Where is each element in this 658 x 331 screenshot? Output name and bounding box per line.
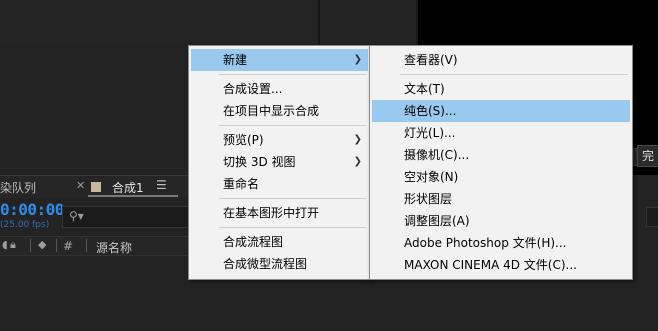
lock-icon[interactable]: 🔒︎ <box>10 238 16 252</box>
fps-label: (25.00 fps) <box>0 220 50 230</box>
context-menu: 新建 ❯ 合成设置... 在项目中显示合成 预览(P) ❯ 切换 3D 视图 ❯… <box>188 45 371 280</box>
comp-color-swatch <box>91 182 101 192</box>
menu-item-switch-3d-view[interactable]: 切换 3D 视图 ❯ <box>191 151 368 173</box>
menu-item-text[interactable]: 文本(T) <box>372 78 630 100</box>
menu-item-preview[interactable]: 预览(P) ❯ <box>191 129 368 151</box>
layer-search-input[interactable]: ⚲▾ <box>62 206 192 228</box>
current-time-display[interactable]: 0:00:00 <box>0 200 64 219</box>
column-divider <box>86 239 87 252</box>
menu-item-rename[interactable]: 重命名 <box>191 173 368 195</box>
menu-item-viewer[interactable]: 查看器(V) <box>372 49 630 71</box>
layer-column-header: ◖ 🔒︎ ◆ # 源名称 <box>0 236 190 256</box>
menu-item-adjustment-layer[interactable]: 调整图层(A) <box>372 210 630 232</box>
new-submenu: 查看器(V) 文本(T) 纯色(S)... 灯光(L)... 摄像机(C)...… <box>369 45 633 280</box>
menu-separator <box>219 198 366 199</box>
timeline-tab-bar: 染队列 ✕ 合成1 ☰ <box>0 175 190 198</box>
right-panel-button[interactable]: 完 <box>637 145 658 167</box>
column-number: # <box>63 239 74 253</box>
panel-menu-icon[interactable]: ☰ <box>156 178 167 192</box>
close-icon[interactable]: ✕ <box>76 179 85 192</box>
chevron-right-icon: ❯ <box>353 156 362 167</box>
menu-item-comp-flowchart[interactable]: 合成流程图 <box>191 231 368 253</box>
menu-item-open-essential-graphics[interactable]: 在基本图形中打开 <box>191 202 368 224</box>
tab-render-queue[interactable]: 染队列 <box>0 179 36 196</box>
chevron-right-icon: ❯ <box>353 134 362 145</box>
menu-item-comp-mini-flowchart[interactable]: 合成微型流程图 <box>191 253 368 275</box>
menu-item-reveal-in-project[interactable]: 在项目中显示合成 <box>191 100 368 122</box>
panel-divider <box>318 0 320 44</box>
menu-item-light[interactable]: 灯光(L)... <box>372 122 630 144</box>
menu-item-cinema4d-file[interactable]: MAXON CINEMA 4D 文件(C)... <box>372 254 630 276</box>
column-divider <box>30 239 31 252</box>
menu-item-new[interactable]: 新建 ❯ <box>191 49 368 71</box>
label-tag-icon[interactable]: ◆ <box>38 238 46 251</box>
active-tab-indicator <box>88 195 178 197</box>
menu-item-solid[interactable]: 纯色(S)... <box>372 100 630 122</box>
right-panel-field[interactable] <box>646 207 658 227</box>
tab-composition[interactable]: 合成1 <box>112 179 144 196</box>
menu-item-camera[interactable]: 摄像机(C)... <box>372 144 630 166</box>
menu-item-null-object[interactable]: 空对象(N) <box>372 166 630 188</box>
search-icon: ⚲▾ <box>69 209 84 223</box>
column-source-name[interactable]: 源名称 <box>96 239 132 256</box>
menu-item-comp-settings[interactable]: 合成设置... <box>191 78 368 100</box>
solo-icon[interactable]: ◖ <box>2 238 8 251</box>
menu-separator <box>219 125 366 126</box>
column-divider <box>56 239 57 252</box>
menu-separator <box>219 74 366 75</box>
menu-separator <box>400 74 628 75</box>
chevron-right-icon: ❯ <box>353 54 362 65</box>
menu-separator <box>219 227 366 228</box>
top-panel <box>0 0 318 44</box>
menu-item-shape-layer[interactable]: 形状图层 <box>372 188 630 210</box>
menu-item-photoshop-file[interactable]: Adobe Photoshop 文件(H)... <box>372 232 630 254</box>
